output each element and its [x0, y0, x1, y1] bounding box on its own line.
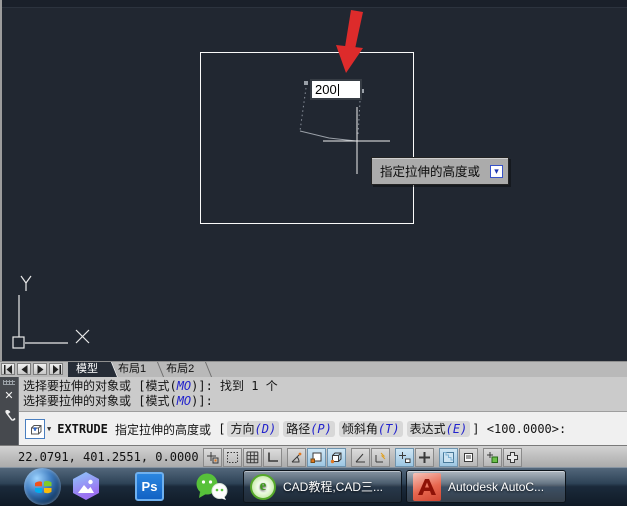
close-icon[interactable]: ✕: [4, 391, 13, 402]
rectangle-outline: [200, 52, 414, 224]
red-arrow-annotation: [336, 10, 363, 73]
previous-tab-button[interactable]: [17, 363, 31, 375]
object-snap-icon[interactable]: [307, 447, 326, 467]
prompt-text: 指定拉伸的高度或: [107, 422, 219, 437]
ucs-icon: [12, 275, 90, 349]
tooltip-more-options-icon[interactable]: ▾: [490, 165, 503, 178]
annotation-monitor-icon[interactable]: [503, 447, 522, 467]
3d-object-snap-icon[interactable]: [327, 447, 346, 467]
transparency-icon[interactable]: [439, 447, 458, 467]
snap-mode-icon[interactable]: [203, 447, 222, 467]
polar-tracking-icon[interactable]: [287, 447, 306, 467]
option-direction[interactable]: 方向(D): [227, 421, 280, 437]
grid-snap-icon[interactable]: [223, 447, 242, 467]
tab-layout2[interactable]: 布局2: [158, 362, 206, 378]
next-tab-button[interactable]: [33, 363, 47, 375]
taskbar-window-autocad[interactable]: Autodesk AutoC...: [406, 470, 566, 503]
autocad-window: 200 指定拉伸的高度或 ▾ 模型 布局1 布局2 ✕ 选择要拉伸的对象或 [模…: [0, 0, 627, 506]
history-line: 选择要拉伸的对象或 [模式(MO)]:: [23, 394, 213, 408]
command-input-row[interactable]: ▼ EXTRUDE 指定拉伸的高度或 [方向(D) 路径(P) 倾斜角(T) 表达式(…: [19, 411, 627, 446]
dynamic-input-value: 200: [315, 82, 337, 97]
dynamic-ucs-icon[interactable]: [371, 447, 390, 467]
model-space-canvas[interactable]: 200 指定拉伸的高度或 ▾: [0, 0, 627, 361]
command-line-panel: ✕ 选择要拉伸的对象或 [模式(MO)]: 找到 1 个 选择要拉伸的对象或 […: [0, 377, 627, 446]
photo-gallery-icon[interactable]: [73, 472, 99, 500]
window-title: Autodesk AutoC...: [448, 479, 545, 494]
taskbar-window-browser[interactable]: e CAD教程,CAD三...: [243, 470, 402, 503]
object-snap-tracking-icon[interactable]: [351, 447, 370, 467]
tab-model[interactable]: 模型: [68, 362, 110, 378]
drawing-entities: [12, 10, 414, 349]
dynamic-input-field[interactable]: 200: [310, 79, 362, 100]
windows-taskbar: Ps e CAD教程,CAD三... Autodesk AutoC...: [0, 467, 627, 506]
windows-logo-icon: [34, 480, 51, 493]
recent-commands-dropdown-icon[interactable]: ▼: [47, 425, 51, 433]
tab-layout1[interactable]: 布局1: [110, 362, 158, 378]
text-caret: [337, 84, 339, 96]
quick-properties-icon[interactable]: [459, 447, 478, 467]
lineweight-icon[interactable]: [415, 447, 434, 467]
360-browser-icon: e: [250, 473, 276, 500]
ortho-mode-icon[interactable]: [263, 447, 282, 467]
selection-cycling-icon[interactable]: [483, 447, 502, 467]
active-command-name: EXTRUDE: [57, 422, 108, 436]
layout-tab-bar: 模型 布局1 布局2: [0, 361, 627, 378]
command-history: 选择要拉伸的对象或 [模式(MO)]: 找到 1 个 选择要拉伸的对象或 [模式…: [19, 377, 627, 411]
drag-grip-icon[interactable]: [3, 380, 15, 385]
default-value: <100.0000>:: [479, 422, 567, 436]
tooltip-text: 指定拉伸的高度或: [380, 165, 481, 179]
status-bar: 22.0791, 401.2551, 0.0000: [0, 445, 627, 468]
window-left-edge: [0, 0, 2, 361]
last-tab-button[interactable]: [49, 363, 63, 375]
coordinate-readout: 22.0791, 401.2551, 0.0000: [18, 450, 199, 464]
grid-display-icon[interactable]: [243, 447, 262, 467]
extrude-command-icon: [25, 419, 45, 439]
option-path[interactable]: 路径(P): [283, 421, 335, 437]
history-line: 选择要拉伸的对象或 [模式(MO)]: 找到 1 个: [23, 379, 278, 393]
start-button[interactable]: [24, 468, 61, 505]
option-taper-angle[interactable]: 倾斜角(T): [338, 421, 403, 437]
window-title: CAD教程,CAD三...: [283, 480, 384, 494]
extrude-height-tooltip: 指定拉伸的高度或 ▾: [371, 157, 509, 185]
customize-wrench-icon[interactable]: [3, 409, 16, 422]
wechat-icon[interactable]: [194, 472, 229, 503]
option-expression[interactable]: 表达式(E): [406, 421, 471, 437]
photoshop-icon[interactable]: Ps: [135, 472, 164, 501]
first-tab-button[interactable]: [1, 363, 15, 375]
command-panel-rail: ✕: [0, 377, 19, 445]
dynamic-input-icon[interactable]: [395, 447, 414, 467]
autocad-logo-icon: [413, 472, 441, 501]
